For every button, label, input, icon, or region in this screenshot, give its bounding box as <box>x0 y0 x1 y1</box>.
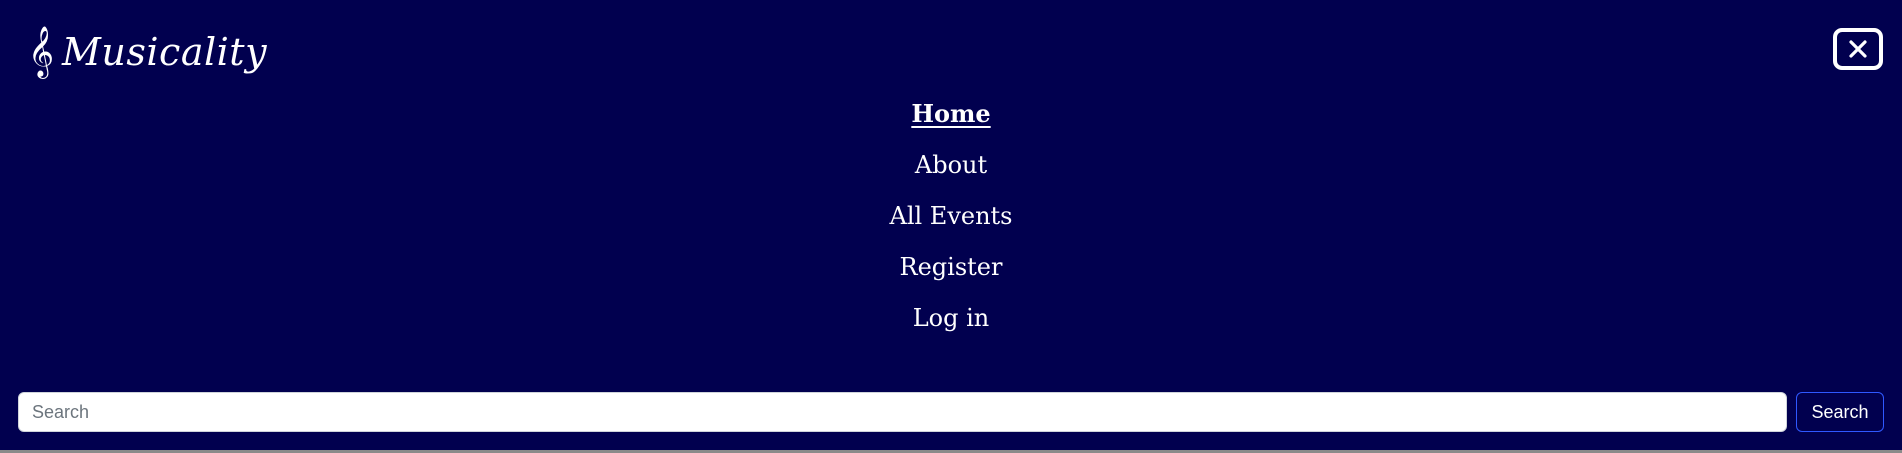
nav-link-log-in[interactable]: Log in <box>913 304 990 332</box>
brand-name: Musicality <box>62 30 268 74</box>
nav-link-about[interactable]: About <box>915 151 987 179</box>
nav-item-all-events: All Events <box>0 190 1902 241</box>
nav-item-about: About <box>0 139 1902 190</box>
treble-clef-icon: 𝄞 <box>28 26 55 77</box>
brand-link[interactable]: 𝄞 Musicality <box>28 24 267 80</box>
search-form: Search <box>18 392 1884 432</box>
nav-link-home[interactable]: Home <box>911 99 990 128</box>
close-menu-button[interactable] <box>1833 28 1883 70</box>
search-input[interactable] <box>18 392 1787 432</box>
search-button[interactable]: Search <box>1796 392 1884 432</box>
nav-link-register[interactable]: Register <box>900 253 1003 281</box>
nav-item-home: Home <box>0 88 1902 139</box>
nav-menu: Home About All Events Register Log in <box>0 88 1902 343</box>
close-icon <box>1849 40 1867 58</box>
nav-item-log-in: Log in <box>0 292 1902 343</box>
nav-item-register: Register <box>0 241 1902 292</box>
nav-link-all-events[interactable]: All Events <box>889 202 1012 230</box>
navbar: 𝄞 Musicality Home About All Events Regis… <box>0 0 1902 450</box>
